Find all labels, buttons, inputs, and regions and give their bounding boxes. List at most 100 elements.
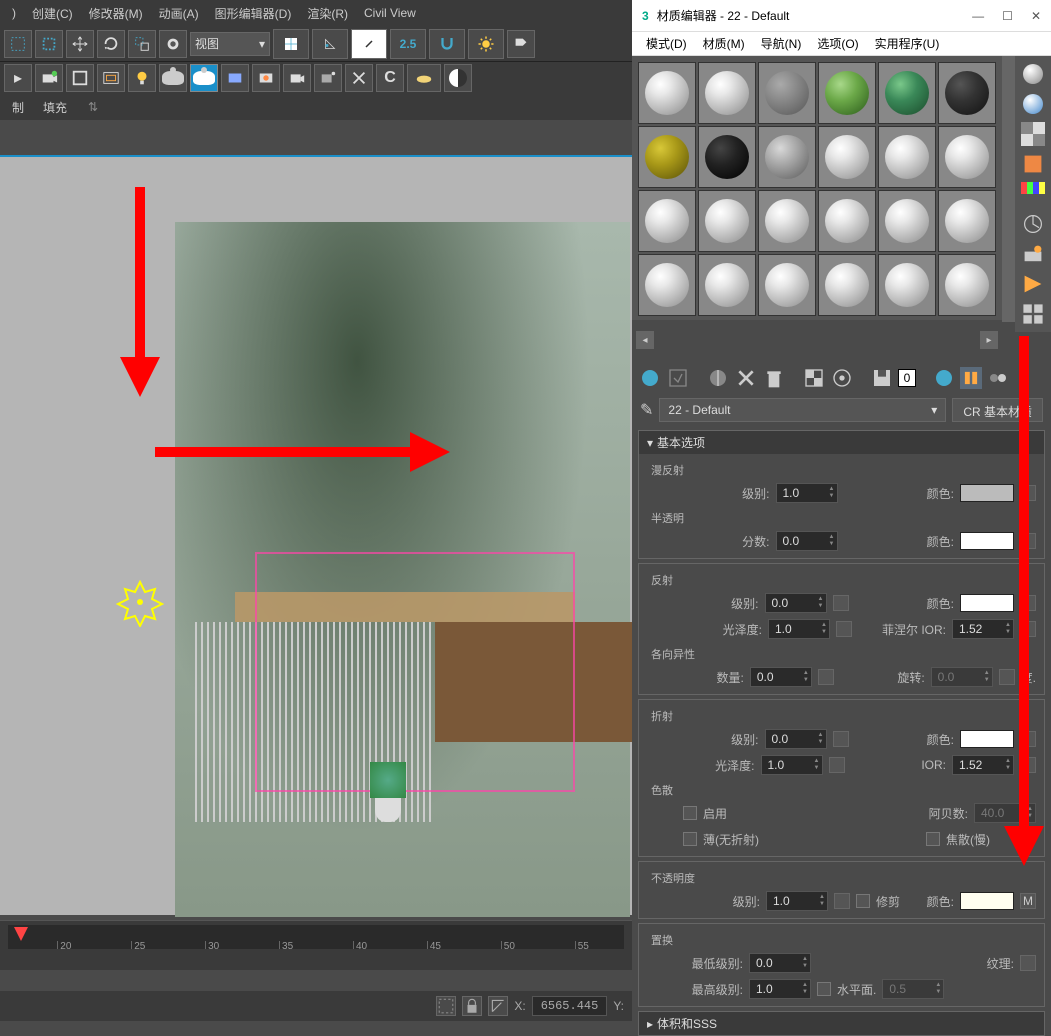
material-slot[interactable] xyxy=(878,254,936,316)
refl-level-map-button[interactable] xyxy=(833,595,849,611)
select-lasso-icon[interactable] xyxy=(35,30,63,58)
cross-icon[interactable] xyxy=(345,64,373,92)
video-color-icon[interactable] xyxy=(1021,182,1045,206)
reset-icon[interactable] xyxy=(734,366,758,390)
section-header-basic[interactable]: ▾基本选项 xyxy=(639,431,1044,454)
opacity-color-swatch[interactable] xyxy=(960,892,1014,910)
safe-frame-icon[interactable] xyxy=(97,64,125,92)
sample-uv-icon[interactable] xyxy=(1021,152,1045,176)
show-map-icon[interactable] xyxy=(802,366,826,390)
angle-snap-icon[interactable] xyxy=(312,29,348,59)
fresnel-map-button[interactable] xyxy=(1020,621,1036,637)
lock-icon[interactable] xyxy=(462,996,482,1016)
diffuse-color-swatch[interactable] xyxy=(960,484,1014,502)
camera-icon[interactable] xyxy=(283,64,311,92)
menu-animation[interactable]: 动画(A) xyxy=(153,3,205,24)
material-type-button[interactable]: CR 基本材质 xyxy=(952,398,1043,422)
material-slot[interactable] xyxy=(698,190,756,252)
menu-mode[interactable]: 模式(D) xyxy=(640,33,693,54)
material-slot[interactable] xyxy=(698,62,756,124)
select-by-material-icon[interactable] xyxy=(1021,272,1045,296)
disp-min-spinner[interactable]: 0.0▲▼ xyxy=(749,953,811,973)
translucency-fraction-spinner[interactable]: 0.0▲▼ xyxy=(776,531,838,551)
scene-camera-icon[interactable] xyxy=(314,64,342,92)
options-icon[interactable] xyxy=(1021,242,1045,266)
render-frame-icon[interactable] xyxy=(221,64,249,92)
translucency-map-button[interactable] xyxy=(1020,533,1036,549)
material-slot[interactable] xyxy=(818,62,876,124)
sun-icon[interactable] xyxy=(468,29,504,59)
refr-color-swatch[interactable] xyxy=(960,730,1014,748)
material-map-navigator-icon[interactable] xyxy=(1021,302,1045,326)
refr-level-spinner[interactable]: 0.0▲▼ xyxy=(765,729,827,749)
material-slot[interactable] xyxy=(698,126,756,188)
water-checkbox[interactable] xyxy=(817,982,831,996)
x-coord-value[interactable]: 6565.445 xyxy=(532,996,608,1016)
selection-lock-icon[interactable] xyxy=(436,996,456,1016)
diffuse-map-button[interactable] xyxy=(1020,485,1036,501)
abbe-spinner[interactable]: 40.0▲▼ xyxy=(974,803,1036,823)
play-icon[interactable]: ▸ xyxy=(4,64,32,92)
viewport[interactable] xyxy=(0,155,632,915)
maximize-button[interactable]: ☐ xyxy=(1002,9,1013,23)
material-slot[interactable] xyxy=(758,62,816,124)
light-gizmo-icon[interactable] xyxy=(115,577,165,627)
background-icon[interactable] xyxy=(1021,122,1045,146)
sample-sphere-icon[interactable] xyxy=(1021,62,1045,86)
refr-gloss-map-button[interactable] xyxy=(829,757,845,773)
snap-25-icon[interactable]: 2.5 xyxy=(390,29,426,59)
caustics-checkbox[interactable] xyxy=(926,832,940,846)
delete-icon[interactable] xyxy=(762,366,786,390)
select-rect-icon[interactable] xyxy=(4,30,32,58)
material-slot[interactable] xyxy=(638,126,696,188)
refr-ior-map-button[interactable] xyxy=(1020,757,1036,773)
timeline[interactable]: 20 25 30 35 40 45 50 55 xyxy=(0,920,632,970)
menu-utilities[interactable]: 实用程序(U) xyxy=(869,33,946,54)
snap-toggle-icon[interactable] xyxy=(273,29,309,59)
material-id-icon[interactable] xyxy=(932,366,956,390)
put-to-scene-icon[interactable] xyxy=(666,366,690,390)
material-slot[interactable] xyxy=(878,126,936,188)
thin-checkbox[interactable] xyxy=(683,832,697,846)
scroll-right-button[interactable]: ▸ xyxy=(980,331,998,349)
refl-color-swatch[interactable] xyxy=(960,594,1014,612)
material-slot[interactable] xyxy=(638,62,696,124)
translucency-color-swatch[interactable] xyxy=(960,532,1014,550)
material-slot[interactable] xyxy=(878,190,936,252)
opacity-map-button[interactable]: M xyxy=(1020,893,1036,909)
frame-icon[interactable] xyxy=(66,64,94,92)
menu-material[interactable]: 材质(M) xyxy=(697,33,751,54)
menu-nav[interactable]: 导航(N) xyxy=(755,33,808,54)
refl-level-spinner[interactable]: 0.0▲▼ xyxy=(765,593,827,613)
paint-icon[interactable] xyxy=(159,30,187,58)
aniso-rotation-map-button[interactable] xyxy=(999,669,1015,685)
refl-gloss-spinner[interactable]: 1.0▲▼ xyxy=(768,619,830,639)
blob-icon[interactable] xyxy=(407,64,441,92)
material-slot[interactable] xyxy=(938,190,996,252)
timeline-playhead[interactable] xyxy=(14,927,28,941)
backlight-icon[interactable] xyxy=(1021,92,1045,116)
material-slot[interactable] xyxy=(758,254,816,316)
menu-create[interactable]: 创建(C) xyxy=(26,3,79,24)
material-slot[interactable] xyxy=(938,62,996,124)
dispersion-enable-checkbox[interactable] xyxy=(683,806,697,820)
make-preview-icon[interactable] xyxy=(1021,212,1045,236)
diffuse-level-spinner[interactable]: 1.0▲▼ xyxy=(776,483,838,503)
scale-icon[interactable] xyxy=(128,30,156,58)
teapot-icon[interactable] xyxy=(159,64,187,92)
refr-color-map-button[interactable] xyxy=(1020,731,1036,747)
menu-civil[interactable]: Civil View xyxy=(358,4,422,22)
minimize-button[interactable]: — xyxy=(972,9,984,23)
material-slot[interactable] xyxy=(638,190,696,252)
go-sibling-icon[interactable] xyxy=(986,366,1010,390)
menu-graph[interactable]: 图形编辑器(D) xyxy=(209,3,298,24)
opacity-level-spinner[interactable]: 1.0▲▼ xyxy=(766,891,828,911)
material-name-input[interactable]: 22 - Default ▾ xyxy=(659,398,946,422)
percent-snap-icon[interactable] xyxy=(351,29,387,59)
material-slot[interactable] xyxy=(758,126,816,188)
clip-checkbox[interactable] xyxy=(856,894,870,908)
material-slot[interactable] xyxy=(698,254,756,316)
disp-max-spinner[interactable]: 1.0▲▼ xyxy=(749,979,811,999)
close-button[interactable]: ✕ xyxy=(1031,9,1041,23)
material-slot[interactable] xyxy=(818,254,876,316)
